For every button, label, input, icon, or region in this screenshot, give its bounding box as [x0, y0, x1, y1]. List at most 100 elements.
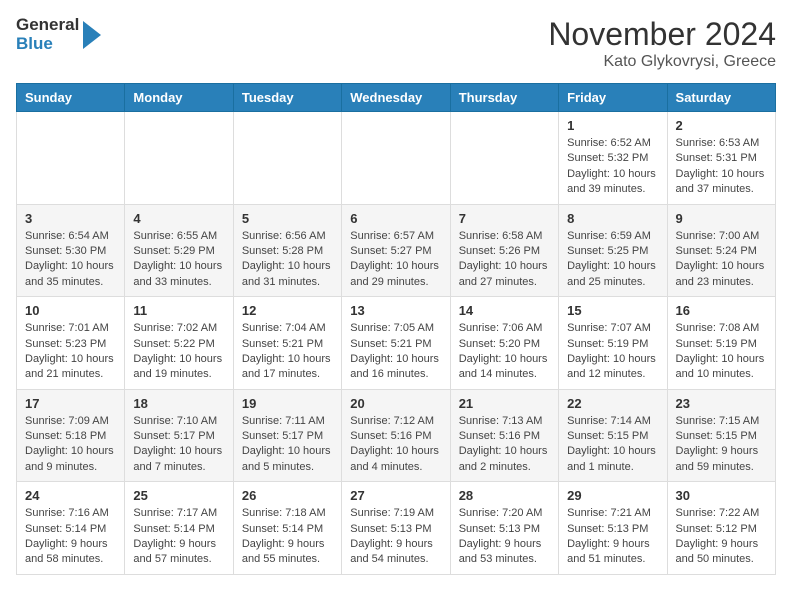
table-cell: [125, 112, 233, 205]
table-cell: 29 Sunrise: 7:21 AM Sunset: 5:13 PM Dayli…: [559, 482, 667, 575]
day-number: 15: [567, 303, 658, 318]
day-info: Sunrise: 7:22 AM Sunset: 5:12 PM Dayligh…: [676, 506, 767, 568]
day-number: 28: [459, 488, 550, 503]
day-number: 7: [459, 211, 550, 226]
day-info: Sunrise: 6:59 AM Sunset: 5:25 PM Dayligh…: [567, 229, 658, 291]
day-info: Sunrise: 7:09 AM Sunset: 5:18 PM Dayligh…: [25, 414, 116, 476]
logo: General Blue: [16, 16, 101, 53]
day-info: Sunrise: 7:16 AM Sunset: 5:14 PM Dayligh…: [25, 506, 116, 568]
table-cell: 19 Sunrise: 7:11 AM Sunset: 5:17 PM Dayli…: [233, 389, 341, 482]
day-number: 2: [676, 118, 767, 133]
day-info: Sunrise: 7:06 AM Sunset: 5:20 PM Dayligh…: [459, 321, 550, 383]
table-cell: 5Sunrise: 6:56 AM Sunset: 5:28 PM Daylig…: [233, 204, 341, 297]
day-number: 10: [25, 303, 116, 318]
logo-arrow-icon: [79, 17, 101, 53]
day-info: Sunrise: 7:21 AM Sunset: 5:13 PM Dayligh…: [567, 506, 658, 568]
table-cell: [450, 112, 558, 205]
table-cell: 23Sunrise: 7:15 AM Sunset: 5:15 PM Dayli…: [667, 389, 775, 482]
table-cell: 17 Sunrise: 7:09 AM Sunset: 5:18 PM Dayli…: [17, 389, 125, 482]
table-cell: 12 Sunrise: 7:04 AM Sunset: 5:21 PM Dayli…: [233, 297, 341, 390]
week-row-2: 3Sunrise: 6:54 AM Sunset: 5:30 PM Daylig…: [17, 204, 776, 297]
table-cell: 2 Sunrise: 6:53 AM Sunset: 5:31 PM Daylig…: [667, 112, 775, 205]
table-cell: 6 Sunrise: 6:57 AM Sunset: 5:27 PM Daylig…: [342, 204, 450, 297]
day-info: Sunrise: 7:07 AM Sunset: 5:19 PM Dayligh…: [567, 321, 658, 383]
day-number: 25: [133, 488, 224, 503]
table-cell: 26Sunrise: 7:18 AM Sunset: 5:14 PM Dayli…: [233, 482, 341, 575]
day-number: 12: [242, 303, 333, 318]
day-number: 16: [676, 303, 767, 318]
day-number: 6: [350, 211, 441, 226]
table-cell: 14 Sunrise: 7:06 AM Sunset: 5:20 PM Dayli…: [450, 297, 558, 390]
day-info: Sunrise: 7:18 AM Sunset: 5:14 PM Dayligh…: [242, 506, 333, 568]
table-cell: 8 Sunrise: 6:59 AM Sunset: 5:25 PM Daylig…: [559, 204, 667, 297]
table-cell: 28Sunrise: 7:20 AM Sunset: 5:13 PM Dayli…: [450, 482, 558, 575]
table-cell: [233, 112, 341, 205]
table-cell: 4 Sunrise: 6:55 AM Sunset: 5:29 PM Daylig…: [125, 204, 233, 297]
week-row-3: 10Sunrise: 7:01 AM Sunset: 5:23 PM Dayli…: [17, 297, 776, 390]
logo-blue: Blue: [16, 35, 79, 54]
day-info: Sunrise: 6:56 AM Sunset: 5:28 PM Dayligh…: [242, 229, 333, 291]
table-cell: 1 Sunrise: 6:52 AM Sunset: 5:32 PM Daylig…: [559, 112, 667, 205]
table-cell: 7 Sunrise: 6:58 AM Sunset: 5:26 PM Daylig…: [450, 204, 558, 297]
day-number: 4: [133, 211, 224, 226]
day-number: 30: [676, 488, 767, 503]
day-info: Sunrise: 7:04 AM Sunset: 5:21 PM Dayligh…: [242, 321, 333, 383]
day-info: Sunrise: 7:13 AM Sunset: 5:16 PM Dayligh…: [459, 414, 550, 476]
day-info: Sunrise: 7:02 AM Sunset: 5:22 PM Dayligh…: [133, 321, 224, 383]
month-title: November 2024: [548, 16, 776, 53]
day-number: 24: [25, 488, 116, 503]
col-sunday: Sunday: [17, 84, 125, 112]
col-thursday: Thursday: [450, 84, 558, 112]
col-friday: Friday: [559, 84, 667, 112]
day-info: Sunrise: 6:53 AM Sunset: 5:31 PM Dayligh…: [676, 136, 767, 198]
title-section: November 2024 Kato Glykovrysi, Greece: [548, 16, 776, 71]
header-row: Sunday Monday Tuesday Wednesday Thursday…: [17, 84, 776, 112]
page-header: General Blue November 2024 Kato Glykovry…: [16, 16, 776, 71]
week-row-1: 1 Sunrise: 6:52 AM Sunset: 5:32 PM Daylig…: [17, 112, 776, 205]
location-title: Kato Glykovrysi, Greece: [548, 53, 776, 71]
table-cell: 24 Sunrise: 7:16 AM Sunset: 5:14 PM Dayli…: [17, 482, 125, 575]
day-info: Sunrise: 6:55 AM Sunset: 5:29 PM Dayligh…: [133, 229, 224, 291]
table-cell: 3Sunrise: 6:54 AM Sunset: 5:30 PM Daylig…: [17, 204, 125, 297]
day-info: Sunrise: 7:05 AM Sunset: 5:21 PM Dayligh…: [350, 321, 441, 383]
day-number: 9: [676, 211, 767, 226]
logo-general: General: [16, 16, 79, 35]
table-cell: 11 Sunrise: 7:02 AM Sunset: 5:22 PM Dayli…: [125, 297, 233, 390]
table-cell: 21 Sunrise: 7:13 AM Sunset: 5:16 PM Dayli…: [450, 389, 558, 482]
day-number: 27: [350, 488, 441, 503]
day-number: 8: [567, 211, 658, 226]
day-number: 11: [133, 303, 224, 318]
day-number: 29: [567, 488, 658, 503]
week-row-5: 24 Sunrise: 7:16 AM Sunset: 5:14 PM Dayli…: [17, 482, 776, 575]
col-saturday: Saturday: [667, 84, 775, 112]
day-info: Sunrise: 6:58 AM Sunset: 5:26 PM Dayligh…: [459, 229, 550, 291]
day-number: 21: [459, 396, 550, 411]
day-number: 18: [133, 396, 224, 411]
day-info: Sunrise: 6:57 AM Sunset: 5:27 PM Dayligh…: [350, 229, 441, 291]
week-row-4: 17 Sunrise: 7:09 AM Sunset: 5:18 PM Dayli…: [17, 389, 776, 482]
table-cell: 25 Sunrise: 7:17 AM Sunset: 5:14 PM Dayli…: [125, 482, 233, 575]
table-cell: 16 Sunrise: 7:08 AM Sunset: 5:19 PM Dayli…: [667, 297, 775, 390]
day-info: Sunrise: 7:12 AM Sunset: 5:16 PM Dayligh…: [350, 414, 441, 476]
table-cell: 22Sunrise: 7:14 AM Sunset: 5:15 PM Dayli…: [559, 389, 667, 482]
day-info: Sunrise: 7:10 AM Sunset: 5:17 PM Dayligh…: [133, 414, 224, 476]
day-number: 19: [242, 396, 333, 411]
day-info: Sunrise: 6:52 AM Sunset: 5:32 PM Dayligh…: [567, 136, 658, 198]
calendar-table: Sunday Monday Tuesday Wednesday Thursday…: [16, 83, 776, 575]
day-number: 17: [25, 396, 116, 411]
day-info: Sunrise: 7:08 AM Sunset: 5:19 PM Dayligh…: [676, 321, 767, 383]
col-wednesday: Wednesday: [342, 84, 450, 112]
table-cell: [342, 112, 450, 205]
day-info: Sunrise: 7:14 AM Sunset: 5:15 PM Dayligh…: [567, 414, 658, 476]
table-cell: 13 Sunrise: 7:05 AM Sunset: 5:21 PM Dayli…: [342, 297, 450, 390]
day-info: Sunrise: 7:11 AM Sunset: 5:17 PM Dayligh…: [242, 414, 333, 476]
table-cell: 9Sunrise: 7:00 AM Sunset: 5:24 PM Daylig…: [667, 204, 775, 297]
day-number: 14: [459, 303, 550, 318]
table-cell: 30 Sunrise: 7:22 AM Sunset: 5:12 PM Dayli…: [667, 482, 775, 575]
day-number: 13: [350, 303, 441, 318]
day-info: Sunrise: 7:17 AM Sunset: 5:14 PM Dayligh…: [133, 506, 224, 568]
day-number: 1: [567, 118, 658, 133]
day-number: 3: [25, 211, 116, 226]
table-cell: 18 Sunrise: 7:10 AM Sunset: 5:17 PM Dayli…: [125, 389, 233, 482]
col-tuesday: Tuesday: [233, 84, 341, 112]
